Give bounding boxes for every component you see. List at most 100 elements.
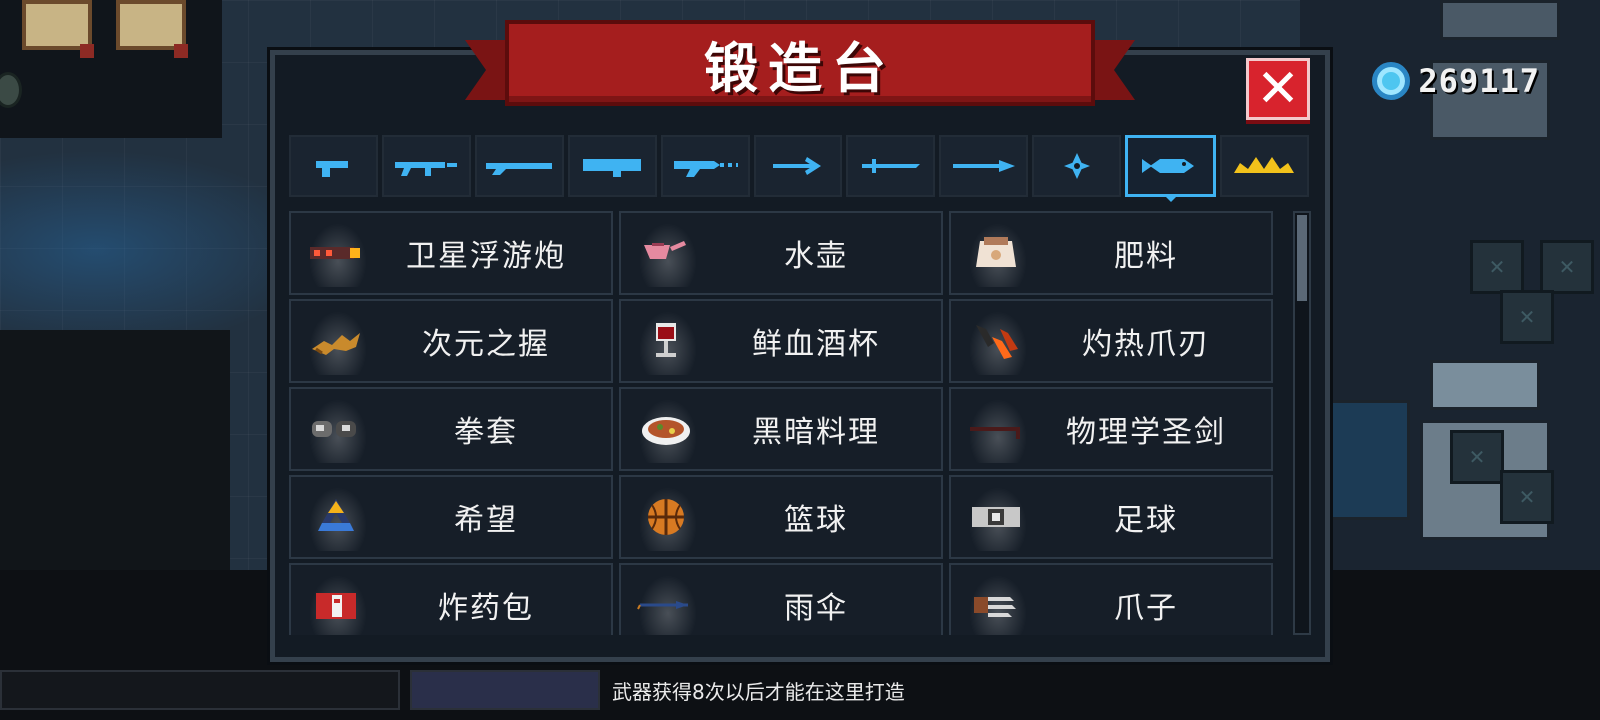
forge-item[interactable]: 物理学圣剑 xyxy=(949,387,1273,471)
item-icon-slot xyxy=(291,565,381,635)
weapon-tab-shotgun[interactable] xyxy=(474,135,564,197)
forge-item[interactable]: 足球 xyxy=(949,475,1273,559)
item-icon-slot xyxy=(291,213,381,293)
item-label: 次元之握 xyxy=(422,327,550,362)
forge-hint-text: 武器获得8次以后才能在这里打造 xyxy=(612,680,905,704)
assault-rifle-icon xyxy=(395,162,458,176)
close-x-icon: ✕ xyxy=(1256,59,1300,119)
boxing-gloves-icon xyxy=(312,421,356,437)
item-icon-slot xyxy=(291,389,381,469)
launcher-icon xyxy=(583,159,642,177)
weapon-tab-spear[interactable] xyxy=(939,135,1029,197)
weapon-tab-pistol[interactable] xyxy=(289,135,378,197)
item-label: 水壶 xyxy=(784,239,848,274)
forge-item[interactable]: 卫星浮游炮 xyxy=(289,211,613,295)
weapon-tab-crown[interactable] xyxy=(1220,135,1309,197)
item-icon-slot xyxy=(291,301,381,381)
forge-item[interactable]: 水壶 xyxy=(619,211,943,295)
forge-item[interactable]: 黑暗料理 xyxy=(619,387,943,471)
forge-item[interactable]: 次元之握 xyxy=(289,299,613,383)
supply-crate xyxy=(1450,430,1504,484)
pistol-icon xyxy=(316,161,349,177)
watering-can-icon xyxy=(644,241,686,259)
shuriken-icon xyxy=(1063,153,1090,179)
dimension-grip-icon xyxy=(312,333,360,355)
basketball-icon xyxy=(648,499,684,535)
weapon-tab-fish[interactable] xyxy=(1125,135,1217,197)
item-icon-slot xyxy=(951,213,1041,293)
shotgun-icon xyxy=(486,163,553,175)
item-icon-slot xyxy=(621,301,711,381)
lab-machine xyxy=(1440,0,1560,40)
forge-item[interactable]: 希望 xyxy=(289,475,613,559)
item-label: 肥料 xyxy=(1114,239,1178,274)
supply-crate xyxy=(1500,290,1554,344)
weapon-tab-shuriken[interactable] xyxy=(1032,135,1122,197)
weapon-tab-assault-rifle[interactable] xyxy=(381,135,471,197)
scrollbar-thumb[interactable] xyxy=(1297,215,1307,301)
weapon-tab-bow[interactable] xyxy=(753,135,843,197)
forge-item-list[interactable]: 卫星浮游炮 水壶 肥料 次元之握 鲜血酒杯 灼热爪刃 拳套 黑暗料理 物理学圣剑 xyxy=(289,211,1273,635)
forge-item[interactable]: 篮球 xyxy=(619,475,943,559)
item-label: 鲜血酒杯 xyxy=(752,327,880,362)
fertilizer-sack-icon xyxy=(976,237,1016,267)
item-label: 爪子 xyxy=(1114,591,1178,626)
forge-item[interactable]: 爪子 xyxy=(949,563,1273,635)
supply-crate xyxy=(1500,470,1554,524)
dark-cuisine-icon xyxy=(642,417,690,445)
item-label: 篮球 xyxy=(784,503,848,538)
supply-crate xyxy=(1540,240,1594,294)
list-scrollbar[interactable] xyxy=(1293,211,1311,635)
crowbar-icon xyxy=(970,427,1020,439)
forge-item[interactable]: 拳套 xyxy=(289,387,613,471)
football-icon xyxy=(972,507,1020,527)
fish-icon xyxy=(1141,159,1194,173)
banner-body: 锻造台 xyxy=(505,20,1095,106)
item-icon-slot xyxy=(621,565,711,635)
weapon-category-tabs xyxy=(289,135,1309,197)
lab-bed xyxy=(1430,360,1540,410)
weapon-tab-sword[interactable] xyxy=(846,135,936,197)
item-label: 卫星浮游炮 xyxy=(406,239,566,274)
item-icon-slot xyxy=(951,565,1041,635)
claw-icon xyxy=(974,597,1016,617)
forge-title: 锻造台 xyxy=(704,36,896,100)
forge-item[interactable]: 炸药包 xyxy=(289,563,613,635)
close-button[interactable]: ✕ xyxy=(1246,58,1310,120)
item-icon-slot xyxy=(951,301,1041,381)
crown-icon xyxy=(1233,157,1294,173)
forge-title-banner: 锻造台 xyxy=(465,20,1135,106)
praying-hands-icon xyxy=(318,499,354,531)
satellite-cannon-icon xyxy=(310,247,360,259)
blood-goblet-icon xyxy=(656,323,676,357)
umbrella-icon xyxy=(637,601,688,610)
weapon-tab-laser-rifle[interactable] xyxy=(660,135,750,197)
wall-painting xyxy=(22,0,94,58)
item-label: 拳套 xyxy=(454,415,518,450)
forge-dialog: 卫星浮游炮 水壶 肥料 次元之握 鲜血酒杯 灼热爪刃 拳套 黑暗料理 物理学圣剑 xyxy=(270,50,1330,662)
bow-icon xyxy=(772,157,821,175)
dark-floor-area xyxy=(0,330,230,570)
item-icon-slot xyxy=(621,213,711,293)
currency-value: 269117 xyxy=(1418,62,1540,100)
weapon-tab-launcher[interactable] xyxy=(567,135,657,197)
item-label: 希望 xyxy=(454,503,518,538)
item-icon-slot xyxy=(621,389,711,469)
item-label: 灼热爪刃 xyxy=(1082,327,1210,362)
lab-console xyxy=(1320,400,1410,520)
dynamite-icon xyxy=(316,593,356,619)
currency-display: 269117 xyxy=(1372,62,1540,100)
item-icon-slot xyxy=(951,477,1041,557)
item-icon-slot xyxy=(951,389,1041,469)
forge-item[interactable]: 灼热爪刃 xyxy=(949,299,1273,383)
wall-painting xyxy=(116,0,188,58)
item-label: 黑暗料理 xyxy=(752,415,880,450)
forge-item[interactable]: 雨伞 xyxy=(619,563,943,635)
gem-icon xyxy=(1372,62,1411,100)
supply-crate xyxy=(1470,240,1524,294)
item-label: 炸药包 xyxy=(438,591,534,626)
forge-item[interactable]: 肥料 xyxy=(949,211,1273,295)
spear-icon xyxy=(952,160,1015,172)
burning-claw-icon xyxy=(976,325,1018,359)
forge-item[interactable]: 鲜血酒杯 xyxy=(619,299,943,383)
